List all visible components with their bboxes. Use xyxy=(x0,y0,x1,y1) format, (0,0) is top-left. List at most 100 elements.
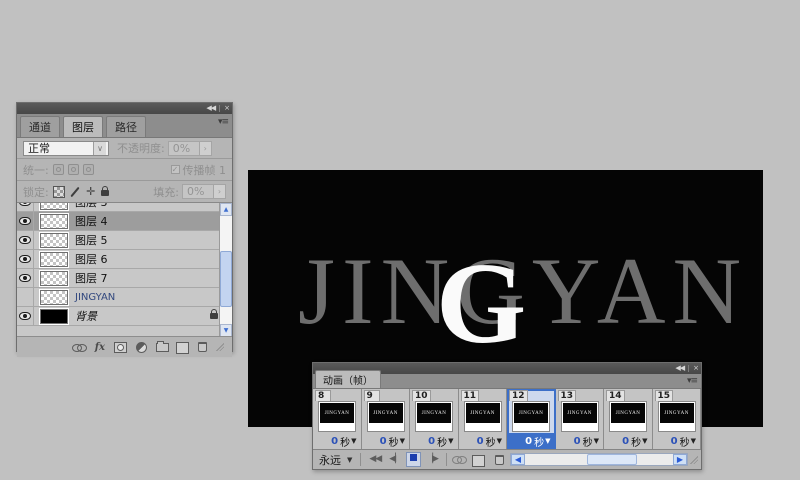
frames-scrollbar[interactable]: ◀ ▶ xyxy=(509,453,688,466)
frame-thumbnail[interactable]: JINGYAN xyxy=(512,401,550,432)
new-layer-icon[interactable] xyxy=(176,342,189,354)
panel-resize-grip[interactable] xyxy=(690,455,698,464)
unify-position-icon[interactable] xyxy=(52,164,64,175)
animation-frame[interactable]: 10 JINGYAN 0 秒 ▼ xyxy=(410,389,459,449)
layer-style-fx-icon[interactable]: fx xyxy=(95,342,105,353)
blend-mode-select[interactable]: 正常 ∨ xyxy=(23,140,109,156)
lock-transparent-pixels-icon[interactable] xyxy=(52,185,65,198)
frame-thumbnail[interactable]: JINGYAN xyxy=(609,401,647,432)
visibility-toggle[interactable] xyxy=(17,287,34,307)
frame-delay-select[interactable]: 0 秒 ▼ xyxy=(313,433,361,449)
duplicate-frame-icon[interactable] xyxy=(471,454,485,467)
collapse-panel-icon[interactable]: ◀◀ xyxy=(206,105,216,112)
layer-thumbnail[interactable] xyxy=(39,269,69,287)
visibility-toggle[interactable] xyxy=(17,249,34,269)
frame-thumbnail-text: JINGYAN xyxy=(368,403,403,423)
animation-frame[interactable]: 15 JINGYAN 0 秒 ▼ xyxy=(652,389,701,449)
layers-scrollbar[interactable]: ▲ ▼ xyxy=(219,203,232,336)
stop-playback-button[interactable] xyxy=(406,452,422,467)
opacity-slider-arrow-icon[interactable]: › xyxy=(198,141,211,155)
visibility-toggle[interactable] xyxy=(17,306,34,326)
layer-row[interactable]: 图层 6 xyxy=(17,249,232,269)
lock-position-icon[interactable]: ✛ xyxy=(85,185,97,198)
visibility-toggle[interactable] xyxy=(17,268,34,288)
scroll-left-icon[interactable]: ◀ xyxy=(510,454,525,465)
adjustment-layer-icon[interactable] xyxy=(136,341,147,353)
visibility-toggle[interactable] xyxy=(17,230,34,250)
visibility-toggle[interactable] xyxy=(17,203,34,211)
scroll-thumb[interactable] xyxy=(587,454,638,465)
scroll-down-icon[interactable]: ▼ xyxy=(220,324,232,336)
unify-style-icon[interactable] xyxy=(82,164,94,175)
layer-thumbnail[interactable] xyxy=(39,203,69,211)
add-layer-mask-icon[interactable] xyxy=(114,341,127,353)
tab-layers[interactable]: 图层 xyxy=(63,116,103,137)
scroll-thumb[interactable] xyxy=(220,250,232,307)
new-group-icon[interactable] xyxy=(156,340,169,352)
frame-delay-select[interactable]: 0 秒 ▼ xyxy=(362,433,410,449)
visibility-toggle[interactable] xyxy=(17,211,34,231)
layer-row-background[interactable]: 背景 xyxy=(17,306,232,326)
link-layers-icon[interactable] xyxy=(71,343,87,352)
checkbox-check-icon[interactable]: ✓ xyxy=(170,165,180,174)
unify-visibility-icon[interactable] xyxy=(67,164,79,175)
delay-value: 0 xyxy=(331,435,339,447)
fill-slider-arrow-icon[interactable]: › xyxy=(213,185,225,198)
chevron-down-icon[interactable]: ∨ xyxy=(93,141,106,155)
frame-delay-select[interactable]: 0 秒 ▼ xyxy=(556,433,604,449)
frame-thumbnail[interactable]: JINGYAN xyxy=(657,401,696,432)
scroll-right-icon[interactable]: ▶ xyxy=(673,454,687,465)
layer-row-selected[interactable]: 图层 4 xyxy=(17,211,232,231)
tab-animation-frames[interactable]: 动画（帧） xyxy=(315,370,381,388)
panel-menu-icon[interactable]: ▾≡ xyxy=(218,117,229,127)
animation-frame[interactable]: 8 JINGYAN 0 秒 ▼ xyxy=(313,389,362,449)
loop-count-select[interactable]: 永远 ▼ xyxy=(316,452,355,468)
propagate-frame-checkbox[interactable]: ✓ 传播帧 1 xyxy=(170,162,226,178)
scroll-track[interactable] xyxy=(524,454,673,465)
frame-thumbnail[interactable]: JINGYAN xyxy=(366,401,405,432)
tab-channels[interactable]: 通道 xyxy=(20,116,60,137)
layer-thumbnail[interactable] xyxy=(39,250,69,268)
panel-resize-grip[interactable] xyxy=(216,343,224,351)
tab-paths[interactable]: 路径 xyxy=(106,116,146,137)
frame-delay-select[interactable]: 0 秒 ▼ xyxy=(507,433,555,449)
collapse-panel-icon[interactable]: ◀◀ xyxy=(675,365,685,372)
first-frame-button[interactable]: ◀◀ xyxy=(366,453,384,466)
lock-all-icon[interactable] xyxy=(100,185,113,198)
fill-input[interactable]: 0% › xyxy=(182,184,226,199)
layer-thumbnail[interactable] xyxy=(39,231,69,249)
layer-thumbnail[interactable] xyxy=(39,288,69,306)
animation-frame[interactable]: 11 JINGYAN 0 秒 ▼ xyxy=(458,389,507,449)
scroll-track[interactable] xyxy=(220,216,232,324)
opacity-input[interactable]: 0% › xyxy=(167,140,212,156)
scroll-up-icon[interactable]: ▲ xyxy=(220,203,232,216)
layer-thumbnail[interactable] xyxy=(39,212,69,230)
frame-thumbnail[interactable]: JINGYAN xyxy=(560,401,599,432)
frame-thumbnail[interactable]: JINGYAN xyxy=(463,401,502,432)
close-panel-icon[interactable]: × xyxy=(693,365,699,372)
delete-layer-icon[interactable] xyxy=(198,342,207,352)
lock-image-pixels-icon[interactable] xyxy=(69,186,81,198)
frame-delay-select[interactable]: 0 秒 ▼ xyxy=(459,433,507,449)
frame-delay-select[interactable]: 0 秒 ▼ xyxy=(604,433,652,449)
panel-menu-icon[interactable]: ▾≡ xyxy=(687,376,698,386)
delete-frame-icon[interactable] xyxy=(494,454,504,465)
layer-row[interactable]: 图层 5 xyxy=(17,230,232,250)
chevron-down-icon: ▼ xyxy=(347,455,353,464)
frame-delay-select[interactable]: 0 秒 ▼ xyxy=(653,433,701,449)
layer-row[interactable]: 图层 7 xyxy=(17,268,232,288)
next-frame-button[interactable]: ▕▶ xyxy=(423,453,441,466)
previous-frame-button[interactable]: ◀▏ xyxy=(386,453,404,466)
animation-frame[interactable]: 14 JINGYAN 0 秒 ▼ xyxy=(604,389,653,449)
animation-frame[interactable]: 13 JINGYAN 0 秒 ▼ xyxy=(555,389,604,449)
frame-thumbnail[interactable]: JINGYAN xyxy=(318,401,356,432)
layer-thumbnail[interactable] xyxy=(39,307,69,325)
layers-panel-titlebar[interactable]: ◀◀ × xyxy=(17,103,232,114)
layer-row-hidden[interactable]: JINGYAN xyxy=(17,287,232,307)
frame-thumbnail[interactable]: JINGYAN xyxy=(415,401,453,432)
animation-frame-selected[interactable]: 12 JINGYAN 0 秒 ▼ xyxy=(507,389,556,449)
animation-frame[interactable]: 9 JINGYAN 0 秒 ▼ xyxy=(361,389,410,449)
frame-delay-select[interactable]: 0 秒 ▼ xyxy=(410,433,458,449)
tween-frames-icon[interactable] xyxy=(451,456,467,464)
close-panel-icon[interactable]: × xyxy=(224,105,230,112)
